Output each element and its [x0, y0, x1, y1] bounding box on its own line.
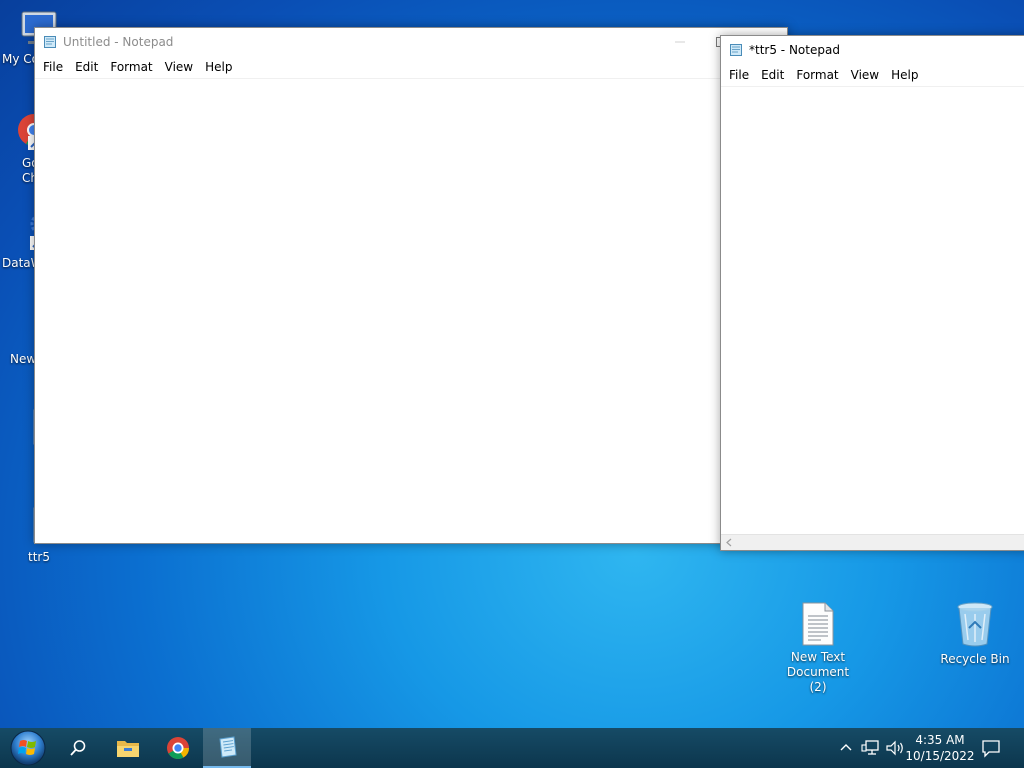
clock[interactable]: 4:35 AM 10/15/2022: [905, 731, 975, 765]
desktop-icon-new-text-document[interactable]: New Text Document (2): [778, 602, 858, 695]
notepad-icon: [43, 35, 57, 49]
search-icon: [70, 740, 86, 756]
show-hidden-icons-button[interactable]: [838, 740, 854, 756]
file-explorer-icon: [117, 741, 139, 757]
chrome-taskbar-button[interactable]: [154, 728, 202, 768]
menu-help[interactable]: Help: [199, 60, 238, 74]
windows-orb-icon: [10, 730, 46, 766]
volume-tray-button[interactable]: [885, 739, 905, 757]
menu-file[interactable]: File: [723, 68, 755, 82]
menu-format[interactable]: Format: [790, 68, 844, 82]
desktop-icon-label: ttr5: [28, 550, 50, 564]
window-title: *ttr5 - Notepad: [749, 43, 840, 57]
action-center-button[interactable]: [980, 738, 1002, 758]
scroll-left-icon[interactable]: [724, 535, 736, 550]
text-editor-area[interactable]: [35, 79, 787, 543]
window-title: Untitled - Notepad: [63, 35, 174, 49]
minimize-icon: [675, 41, 685, 43]
network-icon: [861, 740, 879, 755]
network-tray-button[interactable]: [861, 739, 881, 757]
chevron-up-icon: [840, 744, 852, 751]
recycle-bin-icon: [955, 602, 995, 648]
notification-icon: [982, 740, 1000, 758]
menu-format[interactable]: Format: [104, 60, 158, 74]
notepad-icon: [729, 43, 743, 57]
horizontal-scrollbar[interactable]: [721, 534, 1024, 550]
clock-date: 10/15/2022: [905, 749, 975, 763]
minimize-button[interactable]: [665, 28, 695, 56]
notepad-taskbar-button[interactable]: [203, 728, 251, 768]
window-titlebar[interactable]: *ttr5 - Notepad: [721, 36, 1024, 64]
notepad-window-untitled[interactable]: Untitled - Notepad File Edit Format View…: [34, 27, 788, 544]
menu-help[interactable]: Help: [885, 68, 924, 82]
text-editor-area[interactable]: [721, 87, 1024, 535]
menu-edit[interactable]: Edit: [69, 60, 104, 74]
desktop[interactable]: My Co Go Ch DataW New ttr5 New Text Docu…: [0, 0, 1024, 768]
menu-file[interactable]: File: [37, 60, 69, 74]
notepad-window-ttr5[interactable]: *ttr5 - Notepad File Edit Format View He…: [720, 35, 1024, 551]
taskbar: 4:35 AM 10/15/2022: [0, 728, 1024, 768]
text-document-icon: [801, 602, 835, 646]
menu-bar: File Edit Format View Help: [721, 64, 1024, 87]
chrome-icon: [167, 737, 189, 759]
desktop-icon-recycle-bin[interactable]: Recycle Bin: [935, 602, 1015, 667]
speaker-icon: [886, 740, 903, 756]
notepad-icon: [219, 736, 237, 758]
clock-time: 4:35 AM: [915, 733, 965, 747]
search-button[interactable]: [54, 728, 102, 768]
file-explorer-button[interactable]: [104, 728, 152, 768]
desktop-icon-label: Recycle Bin: [940, 652, 1010, 666]
menu-edit[interactable]: Edit: [755, 68, 790, 82]
menu-bar: File Edit Format View Help: [35, 56, 787, 79]
window-titlebar[interactable]: Untitled - Notepad: [35, 28, 787, 56]
desktop-icon-label: New Text Document (2): [786, 650, 850, 694]
menu-view[interactable]: View: [845, 68, 885, 82]
start-button[interactable]: [4, 728, 52, 768]
menu-view[interactable]: View: [159, 60, 199, 74]
